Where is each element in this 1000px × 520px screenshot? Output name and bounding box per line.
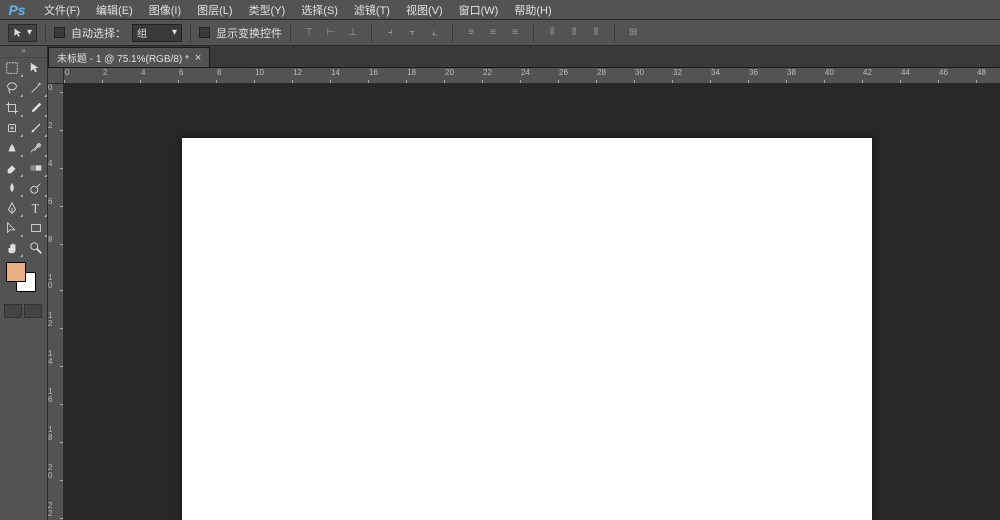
separator [533,24,534,42]
align-right-icon[interactable]: ⫠ [424,24,444,42]
chevron-down-icon: ▾ [172,27,177,38]
app-logo: Ps [4,0,30,20]
align-left-icon[interactable]: ⫞ [380,24,400,42]
align-top-icon[interactable]: ⊤ [299,24,319,42]
standard-mode-button[interactable] [4,304,22,318]
document-tab-bar: 未标题 - 1 @ 75.1%(RGB/8) * × [48,46,1000,68]
distribute-vcenter-icon[interactable]: ≡ [483,24,503,42]
workspace: 0246810121416182022242628303234363840424… [48,68,1000,520]
menu-file[interactable]: 文件(F) [36,0,88,20]
horizontal-ruler[interactable]: 0246810121416182022242628303234363840424… [64,68,1000,84]
ruler-origin[interactable] [48,68,64,84]
menu-select[interactable]: 选择(S) [293,0,346,20]
separator [371,24,372,42]
menu-type[interactable]: 类型(Y) [241,0,294,20]
canvas[interactable] [182,138,872,520]
separator [452,24,453,42]
distribute-bottom-icon[interactable]: ≡ [505,24,525,42]
menu-filter[interactable]: 滤镜(T) [346,0,398,20]
align-group-1: ⊤ ⊢ ⊥ [299,24,363,42]
distribute-hcenter-icon[interactable]: ⦀ [564,24,584,42]
options-bar: ▾ 自动选择： 组▾ 显示变换控件 ⊤ ⊢ ⊥ ⫞ ⫟ ⫠ ≡ ≡ ≡ ⦀ ⦀ … [0,20,1000,46]
type-tool[interactable]: T [24,198,48,218]
menu-edit[interactable]: 编辑(E) [88,0,141,20]
canvas-viewport[interactable] [64,84,1000,520]
document-area: 未标题 - 1 @ 75.1%(RGB/8) * × 0246810121416… [48,46,1000,520]
distribute-right-icon[interactable]: ⦀ [586,24,606,42]
shape-tool[interactable] [24,218,48,238]
menu-view[interactable]: 视图(V) [398,0,451,20]
menu-image[interactable]: 图像(I) [141,0,189,20]
auto-align-icon[interactable]: ⊞ [623,24,643,42]
eyedropper-tool[interactable] [24,98,48,118]
document-tab[interactable]: 未标题 - 1 @ 75.1%(RGB/8) * × [48,47,210,67]
tool-panel: « T [0,46,48,520]
magic-wand-tool[interactable] [24,78,48,98]
distribute-group-2: ⦀ ⦀ ⦀ [542,24,606,42]
align-bottom-icon[interactable]: ⊥ [343,24,363,42]
color-swatches [0,258,47,298]
separator [290,24,291,42]
separator [614,24,615,42]
document-tab-title: 未标题 - 1 @ 75.1%(RGB/8) * [57,50,189,65]
tool-collapse-button[interactable]: « [0,46,47,58]
pen-tool[interactable] [0,198,24,218]
align-hcenter-icon[interactable]: ⫟ [402,24,422,42]
blur-tool[interactable] [0,178,24,198]
foreground-color-swatch[interactable] [6,262,26,282]
history-brush-tool[interactable] [24,138,48,158]
move-tool[interactable] [24,58,48,78]
quick-mask-button[interactable] [24,304,42,318]
healing-brush-tool[interactable] [0,118,24,138]
path-selection-tool[interactable] [0,218,24,238]
menu-layer[interactable]: 图层(L) [189,0,240,20]
vertical-ruler[interactable]: 0246810121416182022 [48,84,64,520]
zoom-tool[interactable] [24,238,48,258]
menu-window[interactable]: 窗口(W) [451,0,507,20]
distribute-top-icon[interactable]: ≡ [461,24,481,42]
auto-select-label: 自动选择： [71,25,126,41]
show-transform-checkbox[interactable] [199,27,210,38]
hand-tool[interactable] [0,238,24,258]
show-transform-label: 显示变换控件 [216,25,282,41]
distribute-left-icon[interactable]: ⦀ [542,24,562,42]
marquee-tool[interactable] [0,58,24,78]
crop-tool[interactable] [0,98,24,118]
menu-help[interactable]: 帮助(H) [506,0,559,20]
eraser-tool[interactable] [0,158,24,178]
tool-dropdown-icon: ▾ [27,27,32,38]
lasso-tool[interactable] [0,78,24,98]
brush-tool[interactable] [24,118,48,138]
gradient-tool[interactable] [24,158,48,178]
align-group-2: ⫞ ⫟ ⫠ [380,24,444,42]
current-tool-indicator[interactable]: ▾ [8,24,37,42]
menu-bar: Ps 文件(F) 编辑(E) 图像(I) 图层(L) 类型(Y) 选择(S) 滤… [0,0,1000,20]
clone-stamp-tool[interactable] [0,138,24,158]
separator [45,24,46,42]
auto-select-checkbox[interactable] [54,27,65,38]
svg-text:T: T [32,201,40,215]
dodge-tool[interactable] [24,178,48,198]
distribute-group-1: ≡ ≡ ≡ [461,24,525,42]
close-tab-icon[interactable]: × [195,52,201,64]
auto-select-dropdown[interactable]: 组▾ [132,24,182,42]
align-vcenter-icon[interactable]: ⊢ [321,24,341,42]
separator [190,24,191,42]
